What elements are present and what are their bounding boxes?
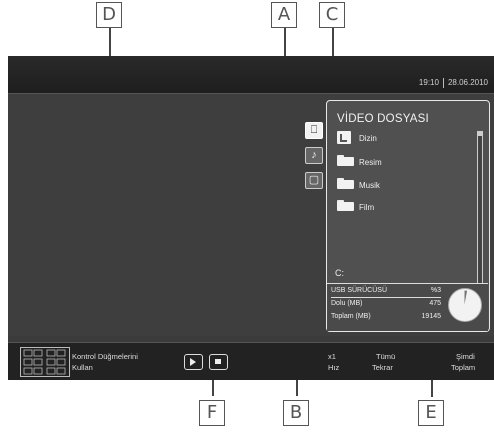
- stop-button[interactable]: [209, 354, 228, 370]
- music-note-icon: ♪: [311, 149, 317, 161]
- play-icon: [190, 358, 196, 366]
- callout-a: A: [271, 2, 297, 28]
- film-icon: ⎕: [310, 124, 318, 136]
- picture-icon: ▢: [308, 174, 320, 186]
- list-item-label: Resim: [359, 158, 382, 167]
- tv-screen: 19:10 28.06.2010 ⎕ ♪ ▢ VİDEO DOSYASI Dizi…: [8, 56, 494, 380]
- storage-info: USB SÜRÜCÜSÜ %3 Dolu (MB) 475 Toplam (MB…: [327, 283, 488, 331]
- storage-gauge: [448, 288, 482, 322]
- list-item-label: Musik: [359, 181, 380, 190]
- folder-icon: [337, 200, 354, 211]
- storage-gauge-slice: [464, 290, 468, 305]
- list-item-label: Film: [359, 203, 375, 212]
- repeat-value: Tümü: [376, 352, 396, 361]
- time-value: Şimdi: [456, 352, 475, 361]
- storage-row: USB SÜRÜCÜSÜ %3: [331, 285, 441, 298]
- clock: 19:10 28.06.2010: [419, 78, 488, 88]
- repeat-label: Tekrar: [372, 363, 393, 372]
- directory-up-icon: [337, 131, 351, 144]
- panel-title: VİDEO DOSYASI: [337, 113, 429, 125]
- storage-label: USB SÜRÜCÜSÜ: [331, 287, 388, 294]
- storage-row: Dolu (MB) 475: [331, 298, 441, 310]
- storage-value: 19145: [421, 313, 441, 320]
- list-item-label: Dizin: [359, 134, 377, 143]
- speed-value: x1: [328, 352, 336, 361]
- help-text-line2: Kullan: [72, 363, 93, 372]
- clock-date: 28.06.2010: [447, 78, 488, 88]
- top-status-bar: 19:10 28.06.2010: [8, 56, 494, 94]
- callout-d: D: [96, 2, 122, 28]
- time-label: Toplam: [451, 363, 476, 372]
- scrollbar[interactable]: [477, 131, 483, 295]
- storage-value: 475: [429, 300, 441, 307]
- callout-b: B: [283, 400, 309, 426]
- storage-row: Toplam (MB) 19145: [331, 311, 441, 323]
- video-tab[interactable]: ⎕: [305, 122, 323, 139]
- scrollbar-thumb[interactable]: [478, 132, 482, 136]
- remote-keypad-icon: [20, 347, 70, 377]
- folder-icon: [337, 155, 354, 166]
- storage-label: Toplam (MB): [331, 313, 371, 320]
- stop-icon: [215, 359, 221, 364]
- storage-value: %3: [430, 287, 441, 294]
- control-bar: Kontrol Düğmelerini Kullan x1 Hız Tümü T…: [8, 342, 494, 380]
- callout-c: C: [319, 2, 345, 28]
- music-tab[interactable]: ♪: [305, 147, 323, 164]
- file-browser-panel: VİDEO DOSYASI Dizin Resim Musik Film C: …: [326, 100, 490, 332]
- callout-e: E: [418, 400, 444, 426]
- photo-tab[interactable]: ▢: [305, 172, 323, 189]
- speed-label: Hız: [328, 363, 340, 372]
- play-button[interactable]: [184, 354, 203, 370]
- storage-label: Dolu (MB): [331, 300, 363, 307]
- clock-separator: [442, 78, 444, 88]
- folder-icon: [337, 178, 354, 189]
- callout-f: F: [199, 400, 225, 426]
- help-text-line1: Kontrol Düğmelerini: [72, 352, 138, 361]
- drive-label: C:: [335, 268, 344, 278]
- clock-time: 19:10: [418, 78, 439, 88]
